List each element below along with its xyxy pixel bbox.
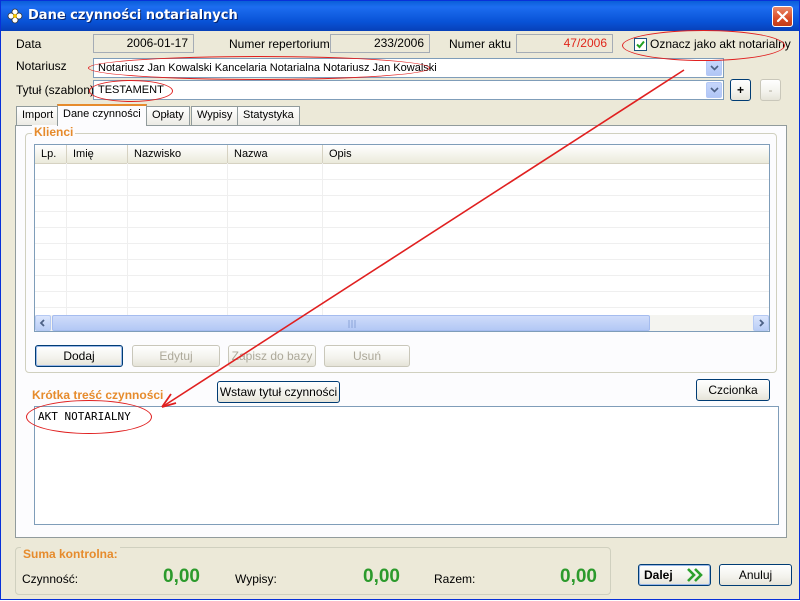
tab-dane-czynnosci[interactable]: Dane czynności: [57, 104, 147, 126]
dialog-window: Dane czynności notarialnych Data 2006-01…: [0, 0, 800, 600]
annotation-arrow-icon: [161, 69, 685, 408]
